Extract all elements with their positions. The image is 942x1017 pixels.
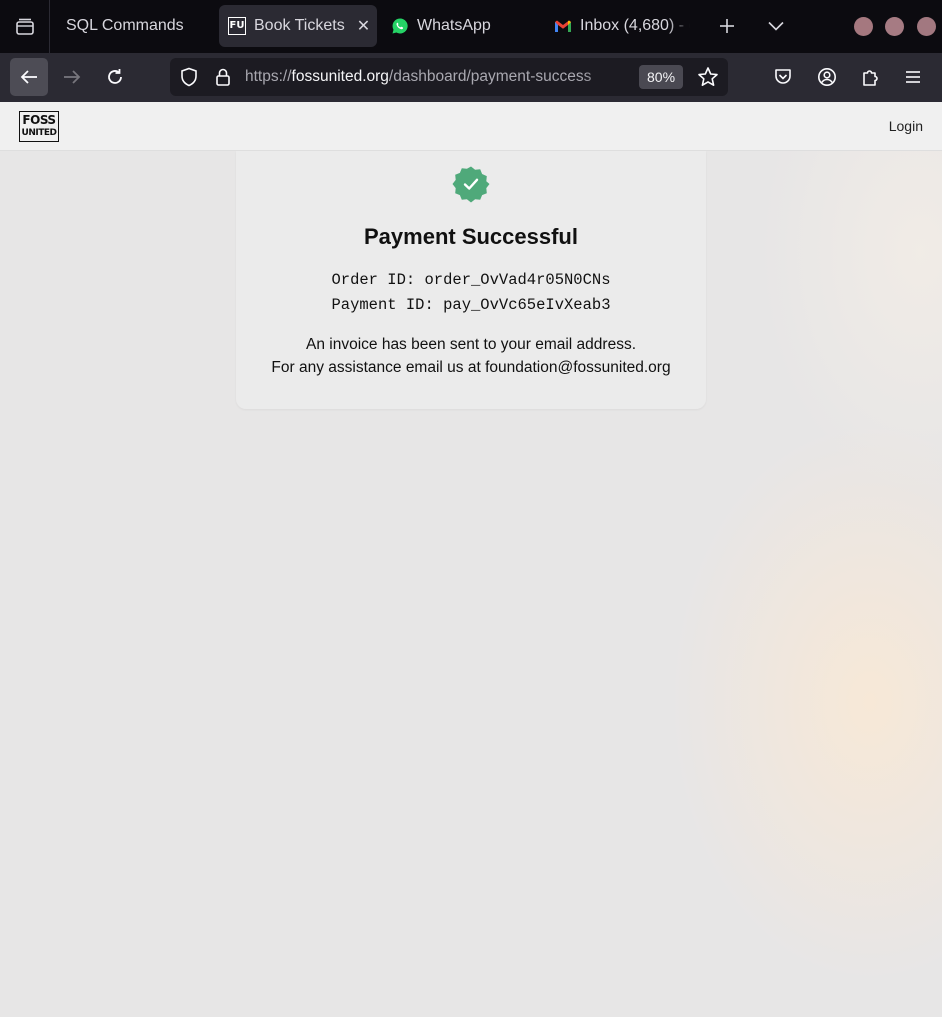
window-minimize-button[interactable] [854,17,873,36]
url-domain: fossunited.org [291,68,389,85]
window-close-button[interactable] [917,17,936,36]
back-button[interactable] [10,58,48,96]
fu-favicon: FU [228,17,246,35]
extensions-button[interactable] [855,62,885,92]
list-all-tabs-button[interactable] [760,10,792,42]
new-tab-button[interactable] [711,10,743,42]
login-link[interactable]: Login [889,118,923,134]
gmail-icon [554,17,572,35]
invoice-note: An invoice has been sent to your email a… [306,336,636,353]
window-maximize-button[interactable] [885,17,904,36]
tab-gmail-inbox[interactable]: Inbox (4,680) - g [545,5,695,47]
foss-united-logo[interactable]: FOSS UNITED [19,111,59,142]
pocket-icon [775,69,791,84]
zoom-level-badge[interactable]: 80% [639,65,684,89]
bookmark-button[interactable] [694,63,722,91]
url-text[interactable]: https://fossunited.org/dashboard/payment… [245,68,628,86]
app-menu-button[interactable] [898,62,928,92]
assistance-note: For any assistance email us at foundatio… [271,359,671,376]
forward-button[interactable] [53,58,91,96]
payment-status-title: Payment Successful [364,224,578,249]
star-icon [698,67,718,87]
close-icon[interactable]: ✕ [357,16,370,36]
tab-list-button[interactable] [0,0,50,53]
browser-navbar: https://fossunited.org/dashboard/payment… [0,53,942,102]
page-viewport: FOSS UNITED Login Payment Successful Ord… [0,102,942,1017]
pocket-button[interactable] [768,62,798,92]
fu-favicon-text: FU [228,17,246,35]
url-scheme: https:// [245,68,292,85]
tab-whatsapp[interactable]: WhatsApp [382,5,540,47]
tab-book-tickets[interactable]: FU Book Tickets ✕ [219,5,377,47]
payment-success-card: Payment Successful Order ID: order_OvVad… [236,151,706,409]
puzzle-icon [863,70,878,86]
shield-icon[interactable] [178,66,200,93]
lock-icon[interactable] [212,66,234,93]
order-id-text: Order ID: order_OvVad4r05N0CNs [331,271,611,289]
reload-icon [108,69,122,84]
account-icon [818,68,836,86]
tab-list-icon [15,18,34,35]
hamburger-menu-icon [906,71,920,83]
logo-line-1: FOSS [22,113,56,127]
plus-icon [720,19,734,33]
site-header: FOSS UNITED Login [0,102,942,151]
logo-line-2: UNITED [21,128,57,138]
tab-label: Book Tickets [254,17,345,34]
check-badge-icon [452,166,490,203]
tab-sql-commands[interactable]: SQL Commands [54,5,214,47]
reload-button[interactable] [96,58,134,96]
tab-label: WhatsApp [417,17,491,34]
arrow-right-icon [64,70,81,84]
tab-label: SQL Commands [66,17,184,34]
payment-id-text: Payment ID: pay_OvVc65eIvXeab3 [331,296,611,314]
chevron-down-icon [768,21,784,31]
address-bar[interactable]: https://fossunited.org/dashboard/payment… [170,58,728,96]
arrow-left-icon [20,70,37,84]
tab-label: Inbox (4,680) - g [580,17,690,34]
url-path: /dashboard/payment-success [388,68,592,85]
browser-tabstrip: SQL Commands FU Book Tickets ✕ WhatsApp … [0,0,942,53]
account-button[interactable] [812,62,842,92]
whatsapp-icon [391,17,409,35]
